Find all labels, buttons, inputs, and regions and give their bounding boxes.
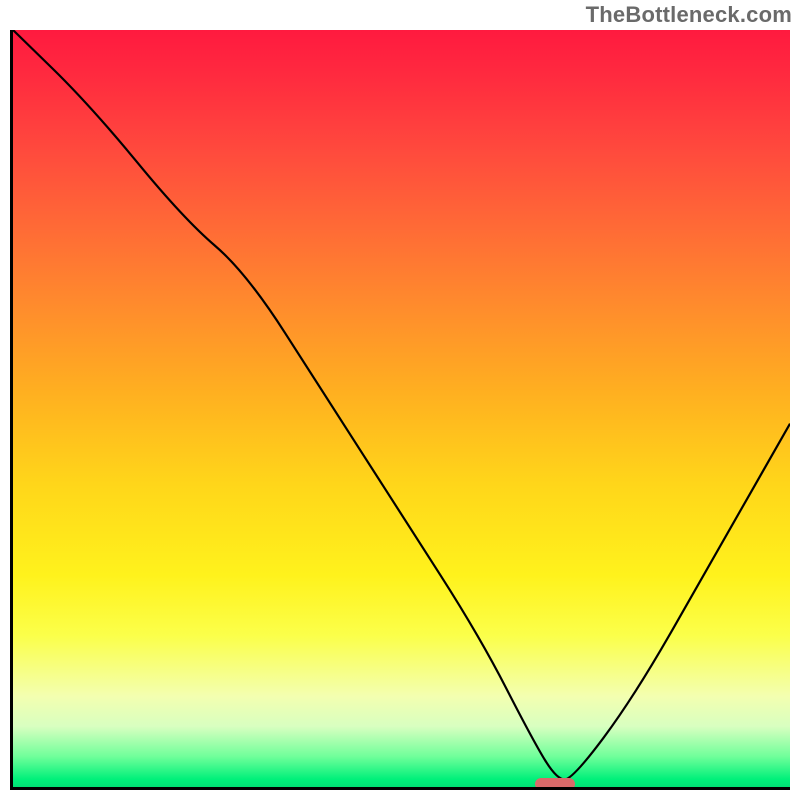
plot-area [10,30,790,790]
curve-path [13,30,790,779]
line-curve [13,30,790,787]
valley-marker [535,778,575,790]
watermark-text: TheBottleneck.com [586,2,792,28]
chart-container: TheBottleneck.com [0,0,800,800]
